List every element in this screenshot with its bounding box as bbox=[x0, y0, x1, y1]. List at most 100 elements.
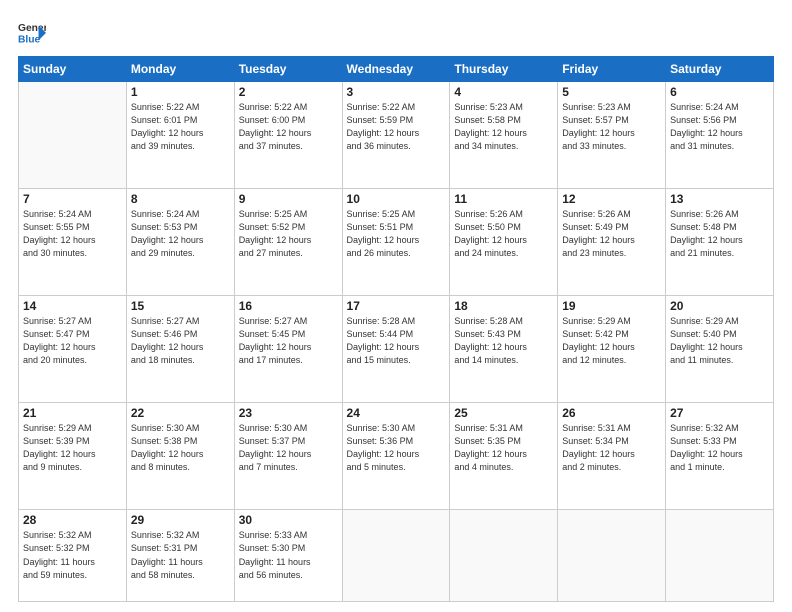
day-number: 7 bbox=[23, 192, 122, 206]
day-number: 25 bbox=[454, 406, 553, 420]
weekday-header-friday: Friday bbox=[558, 57, 666, 82]
header: General Blue bbox=[18, 18, 774, 46]
weekday-header-thursday: Thursday bbox=[450, 57, 558, 82]
cell-info: Sunrise: 5:29 AM Sunset: 5:40 PM Dayligh… bbox=[670, 315, 769, 367]
cell-info: Sunrise: 5:29 AM Sunset: 5:39 PM Dayligh… bbox=[23, 422, 122, 474]
day-number: 30 bbox=[239, 513, 338, 527]
cell-info: Sunrise: 5:27 AM Sunset: 5:47 PM Dayligh… bbox=[23, 315, 122, 367]
day-number: 21 bbox=[23, 406, 122, 420]
calendar-cell bbox=[342, 510, 450, 602]
calendar-cell: 4 Sunrise: 5:23 AM Sunset: 5:58 PM Daylig… bbox=[450, 82, 558, 189]
cell-info: Sunrise: 5:27 AM Sunset: 5:46 PM Dayligh… bbox=[131, 315, 230, 367]
logo-icon: General Blue bbox=[18, 18, 46, 46]
day-number: 3 bbox=[347, 85, 446, 99]
calendar-week-1: 1 Sunrise: 5:22 AM Sunset: 6:01 PM Daylig… bbox=[19, 82, 774, 189]
day-number: 19 bbox=[562, 299, 661, 313]
calendar-week-5: 28 Sunrise: 5:32 AM Sunset: 5:32 PM Dayli… bbox=[19, 510, 774, 602]
logo: General Blue bbox=[18, 18, 46, 46]
cell-info: Sunrise: 5:24 AM Sunset: 5:56 PM Dayligh… bbox=[670, 101, 769, 153]
calendar-cell: 6 Sunrise: 5:24 AM Sunset: 5:56 PM Daylig… bbox=[666, 82, 774, 189]
calendar-cell: 8 Sunrise: 5:24 AM Sunset: 5:53 PM Daylig… bbox=[126, 189, 234, 296]
cell-info: Sunrise: 5:27 AM Sunset: 5:45 PM Dayligh… bbox=[239, 315, 338, 367]
calendar-cell bbox=[558, 510, 666, 602]
cell-info: Sunrise: 5:23 AM Sunset: 5:58 PM Dayligh… bbox=[454, 101, 553, 153]
day-number: 4 bbox=[454, 85, 553, 99]
calendar-cell: 19 Sunrise: 5:29 AM Sunset: 5:42 PM Dayli… bbox=[558, 296, 666, 403]
calendar-cell bbox=[19, 82, 127, 189]
cell-info: Sunrise: 5:24 AM Sunset: 5:53 PM Dayligh… bbox=[131, 208, 230, 260]
cell-info: Sunrise: 5:22 AM Sunset: 6:00 PM Dayligh… bbox=[239, 101, 338, 153]
calendar-cell: 11 Sunrise: 5:26 AM Sunset: 5:50 PM Dayli… bbox=[450, 189, 558, 296]
day-number: 17 bbox=[347, 299, 446, 313]
cell-info: Sunrise: 5:32 AM Sunset: 5:31 PM Dayligh… bbox=[131, 529, 230, 581]
calendar-cell: 17 Sunrise: 5:28 AM Sunset: 5:44 PM Dayli… bbox=[342, 296, 450, 403]
calendar-cell: 15 Sunrise: 5:27 AM Sunset: 5:46 PM Dayli… bbox=[126, 296, 234, 403]
calendar-cell: 2Sunrise: 5:22 AM Sunset: 6:00 PM Daylig… bbox=[234, 82, 342, 189]
cell-info: Sunrise: 5:22 AM Sunset: 5:59 PM Dayligh… bbox=[347, 101, 446, 153]
calendar-cell: 16Sunrise: 5:27 AM Sunset: 5:45 PM Dayli… bbox=[234, 296, 342, 403]
cell-info: Sunrise: 5:26 AM Sunset: 5:50 PM Dayligh… bbox=[454, 208, 553, 260]
calendar-cell: 30 Sunrise: 5:33 AM Sunset: 5:30 PM Dayli… bbox=[234, 510, 342, 602]
calendar-cell: 18 Sunrise: 5:28 AM Sunset: 5:43 PM Dayli… bbox=[450, 296, 558, 403]
day-number: 12 bbox=[562, 192, 661, 206]
cell-info: Sunrise: 5:23 AM Sunset: 5:57 PM Dayligh… bbox=[562, 101, 661, 153]
day-number: 9 bbox=[239, 192, 338, 206]
calendar-cell: 29Sunrise: 5:32 AM Sunset: 5:31 PM Dayli… bbox=[126, 510, 234, 602]
calendar-cell: 26Sunrise: 5:31 AM Sunset: 5:34 PM Dayli… bbox=[558, 403, 666, 510]
calendar-cell: 3 Sunrise: 5:22 AM Sunset: 5:59 PM Daylig… bbox=[342, 82, 450, 189]
day-number: 22 bbox=[131, 406, 230, 420]
calendar-cell: 12 Sunrise: 5:26 AM Sunset: 5:49 PM Dayli… bbox=[558, 189, 666, 296]
cell-info: Sunrise: 5:28 AM Sunset: 5:44 PM Dayligh… bbox=[347, 315, 446, 367]
cell-info: Sunrise: 5:22 AM Sunset: 6:01 PM Dayligh… bbox=[131, 101, 230, 153]
cell-info: Sunrise: 5:30 AM Sunset: 5:38 PM Dayligh… bbox=[131, 422, 230, 474]
cell-info: Sunrise: 5:24 AM Sunset: 5:55 PM Dayligh… bbox=[23, 208, 122, 260]
cell-info: Sunrise: 5:32 AM Sunset: 5:32 PM Dayligh… bbox=[23, 529, 122, 581]
cell-info: Sunrise: 5:31 AM Sunset: 5:35 PM Dayligh… bbox=[454, 422, 553, 474]
calendar-cell bbox=[666, 510, 774, 602]
day-number: 23 bbox=[239, 406, 338, 420]
day-number: 5 bbox=[562, 85, 661, 99]
cell-info: Sunrise: 5:30 AM Sunset: 5:36 PM Dayligh… bbox=[347, 422, 446, 474]
calendar-cell: 22 Sunrise: 5:30 AM Sunset: 5:38 PM Dayli… bbox=[126, 403, 234, 510]
day-number: 27 bbox=[670, 406, 769, 420]
cell-info: Sunrise: 5:25 AM Sunset: 5:51 PM Dayligh… bbox=[347, 208, 446, 260]
page: General Blue SundayMondayTuesdayWednesda… bbox=[0, 0, 792, 612]
day-number: 10 bbox=[347, 192, 446, 206]
cell-info: Sunrise: 5:28 AM Sunset: 5:43 PM Dayligh… bbox=[454, 315, 553, 367]
calendar-week-3: 14 Sunrise: 5:27 AM Sunset: 5:47 PM Dayli… bbox=[19, 296, 774, 403]
calendar-cell: 23 Sunrise: 5:30 AM Sunset: 5:37 PM Dayli… bbox=[234, 403, 342, 510]
day-number: 6 bbox=[670, 85, 769, 99]
calendar-cell: 21 Sunrise: 5:29 AM Sunset: 5:39 PM Dayli… bbox=[19, 403, 127, 510]
day-number: 13 bbox=[670, 192, 769, 206]
weekday-header-wednesday: Wednesday bbox=[342, 57, 450, 82]
day-number: 20 bbox=[670, 299, 769, 313]
calendar-cell bbox=[450, 510, 558, 602]
day-number: 15 bbox=[131, 299, 230, 313]
calendar-cell: 7 Sunrise: 5:24 AM Sunset: 5:55 PM Daylig… bbox=[19, 189, 127, 296]
cell-info: Sunrise: 5:33 AM Sunset: 5:30 PM Dayligh… bbox=[239, 529, 338, 581]
calendar-cell: 14 Sunrise: 5:27 AM Sunset: 5:47 PM Dayli… bbox=[19, 296, 127, 403]
calendar-cell: 9Sunrise: 5:25 AM Sunset: 5:52 PM Daylig… bbox=[234, 189, 342, 296]
day-number: 11 bbox=[454, 192, 553, 206]
weekday-header-monday: Monday bbox=[126, 57, 234, 82]
day-number: 28 bbox=[23, 513, 122, 527]
cell-info: Sunrise: 5:29 AM Sunset: 5:42 PM Dayligh… bbox=[562, 315, 661, 367]
calendar-cell: 10 Sunrise: 5:25 AM Sunset: 5:51 PM Dayli… bbox=[342, 189, 450, 296]
day-number: 8 bbox=[131, 192, 230, 206]
calendar-cell: 27 Sunrise: 5:32 AM Sunset: 5:33 PM Dayli… bbox=[666, 403, 774, 510]
calendar-cell: 28 Sunrise: 5:32 AM Sunset: 5:32 PM Dayli… bbox=[19, 510, 127, 602]
weekday-header-row: SundayMondayTuesdayWednesdayThursdayFrid… bbox=[19, 57, 774, 82]
day-number: 18 bbox=[454, 299, 553, 313]
day-number: 1 bbox=[131, 85, 230, 99]
calendar-cell: 24Sunrise: 5:30 AM Sunset: 5:36 PM Dayli… bbox=[342, 403, 450, 510]
weekday-header-saturday: Saturday bbox=[666, 57, 774, 82]
cell-info: Sunrise: 5:26 AM Sunset: 5:49 PM Dayligh… bbox=[562, 208, 661, 260]
calendar-cell: 13Sunrise: 5:26 AM Sunset: 5:48 PM Dayli… bbox=[666, 189, 774, 296]
cell-info: Sunrise: 5:31 AM Sunset: 5:34 PM Dayligh… bbox=[562, 422, 661, 474]
calendar-cell: 25 Sunrise: 5:31 AM Sunset: 5:35 PM Dayli… bbox=[450, 403, 558, 510]
cell-info: Sunrise: 5:30 AM Sunset: 5:37 PM Dayligh… bbox=[239, 422, 338, 474]
cell-info: Sunrise: 5:32 AM Sunset: 5:33 PM Dayligh… bbox=[670, 422, 769, 474]
svg-text:Blue: Blue bbox=[18, 34, 41, 45]
day-number: 14 bbox=[23, 299, 122, 313]
weekday-header-tuesday: Tuesday bbox=[234, 57, 342, 82]
